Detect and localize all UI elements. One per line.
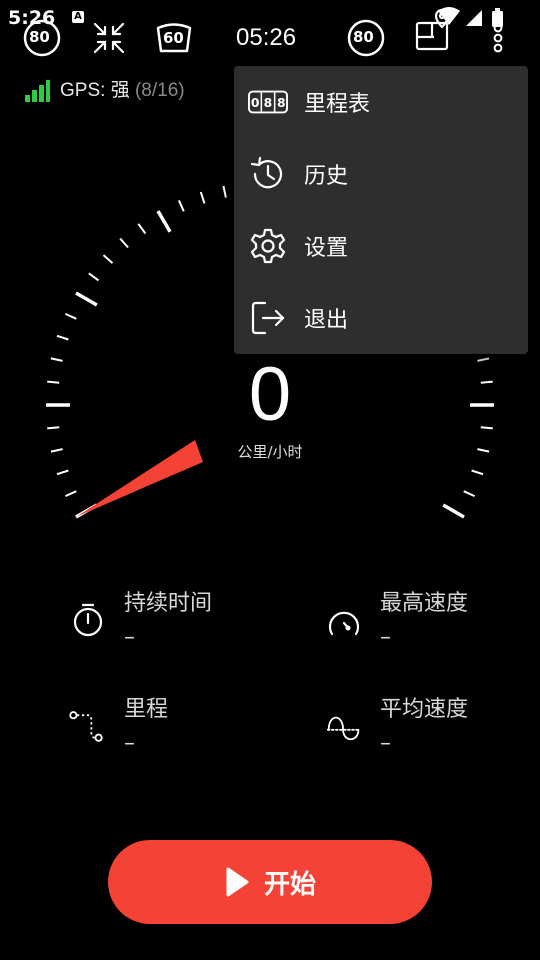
gps-label: GPS: <box>60 80 106 101</box>
overflow-menu-button[interactable] <box>484 18 512 58</box>
menu-label-odometer: 里程表 <box>304 92 371 117</box>
gauge-label-60: 60 <box>109 296 138 326</box>
menu-label-history: 历史 <box>304 164 349 189</box>
max-speed-value: – <box>380 625 391 650</box>
gauge-label-30: 30 <box>82 388 111 418</box>
map-pin-icon <box>415 8 450 51</box>
max-speed-label: 最高速度 <box>380 591 469 616</box>
odometer-icon: 0 88 <box>248 82 288 122</box>
gauge-tick <box>64 490 77 498</box>
menu-item-odometer[interactable]: 0 88 里程表 <box>234 66 528 138</box>
gauge-tick <box>480 380 493 384</box>
gauge-tick <box>463 490 476 498</box>
gauge-tick <box>102 254 114 264</box>
gauge-tick <box>119 237 129 249</box>
gauge-tick <box>47 380 60 384</box>
speed-camera-button[interactable]: 60 <box>154 18 194 58</box>
gps-status: GPS: 强 (8/16) <box>60 79 185 103</box>
gauge-tick <box>477 357 490 362</box>
gear-icon <box>248 226 288 266</box>
gps-satellites: (8/16) <box>134 80 185 101</box>
gauge-tick <box>64 312 77 320</box>
more-vertical-icon <box>493 23 503 53</box>
route-icon <box>69 711 103 742</box>
gauge-label-210: 210 <box>413 388 456 418</box>
stopwatch-icon <box>73 603 103 637</box>
gps-signal-icon <box>25 80 50 102</box>
speed-unit-label: 公里/小时 <box>237 443 303 461</box>
map-button[interactable] <box>412 6 454 56</box>
odometer-digit: 8 <box>264 96 273 110</box>
distance-value: – <box>124 731 135 756</box>
gauge-label-90: 90 <box>165 235 194 265</box>
start-button[interactable]: 开始 <box>108 840 432 924</box>
gauge-tick <box>480 426 493 430</box>
duration-label: 持续时间 <box>124 591 213 616</box>
menu-item-exit[interactable]: 退出 <box>234 282 528 354</box>
gauge-tick <box>75 291 98 307</box>
avg-speed-label: 平均速度 <box>380 697 469 722</box>
gauge-tick <box>88 272 100 282</box>
menu-item-history[interactable]: 历史 <box>234 138 528 210</box>
current-speed-value: 0 <box>248 352 292 437</box>
collapse-arrows-icon <box>93 22 125 54</box>
gps-strength: 强 <box>110 80 130 101</box>
odometer-digit: 8 <box>277 96 286 110</box>
gauge-tick <box>177 199 185 212</box>
overflow-menu: 0 88 里程表 历史 设置 退出 <box>234 66 528 354</box>
gauge-tick <box>56 334 69 341</box>
start-button-label: 开始 <box>263 869 316 900</box>
gauge-tick <box>50 448 63 453</box>
gauge-tick <box>137 223 147 235</box>
menu-label-settings: 设置 <box>304 236 349 261</box>
speed-camera-sign-value: 60 <box>163 29 184 47</box>
avg-speed-value: – <box>380 731 391 756</box>
menu-item-settings[interactable]: 设置 <box>234 210 528 282</box>
gauge-tick <box>199 191 206 204</box>
speed-warning-button[interactable]: 80 <box>346 18 386 58</box>
speed-warning-sign-value: 80 <box>353 28 374 46</box>
gauge-tick <box>471 469 484 476</box>
exit-icon <box>248 298 288 338</box>
average-wave-icon <box>326 716 362 741</box>
gauge-tick <box>47 426 60 430</box>
gauge-needle <box>76 440 203 517</box>
speed-limit-toggle-button[interactable]: 80 <box>22 18 62 58</box>
compact-mode-button[interactable] <box>90 18 128 58</box>
gauge-tick <box>222 185 227 198</box>
notification-badge-icon: A <box>72 11 84 23</box>
gauge-tick <box>50 357 63 362</box>
gauge-tick <box>442 503 465 519</box>
duration-value: – <box>124 625 135 650</box>
distance-label: 里程 <box>124 697 169 722</box>
toolbar-clock: 05:26 <box>236 24 297 51</box>
gauge-tick <box>56 469 69 476</box>
gauge-tick <box>156 210 172 233</box>
history-icon <box>248 154 288 194</box>
cell-signal-icon <box>466 10 482 26</box>
svg-text:0: 0 <box>251 96 260 110</box>
play-icon <box>226 867 249 897</box>
speedometer-icon <box>328 611 360 636</box>
gauge-label-240: 240 <box>388 482 431 512</box>
gauge-tick <box>477 448 490 453</box>
menu-label-exit: 退出 <box>304 308 349 333</box>
speed-limit-sign-value: 80 <box>29 28 50 46</box>
